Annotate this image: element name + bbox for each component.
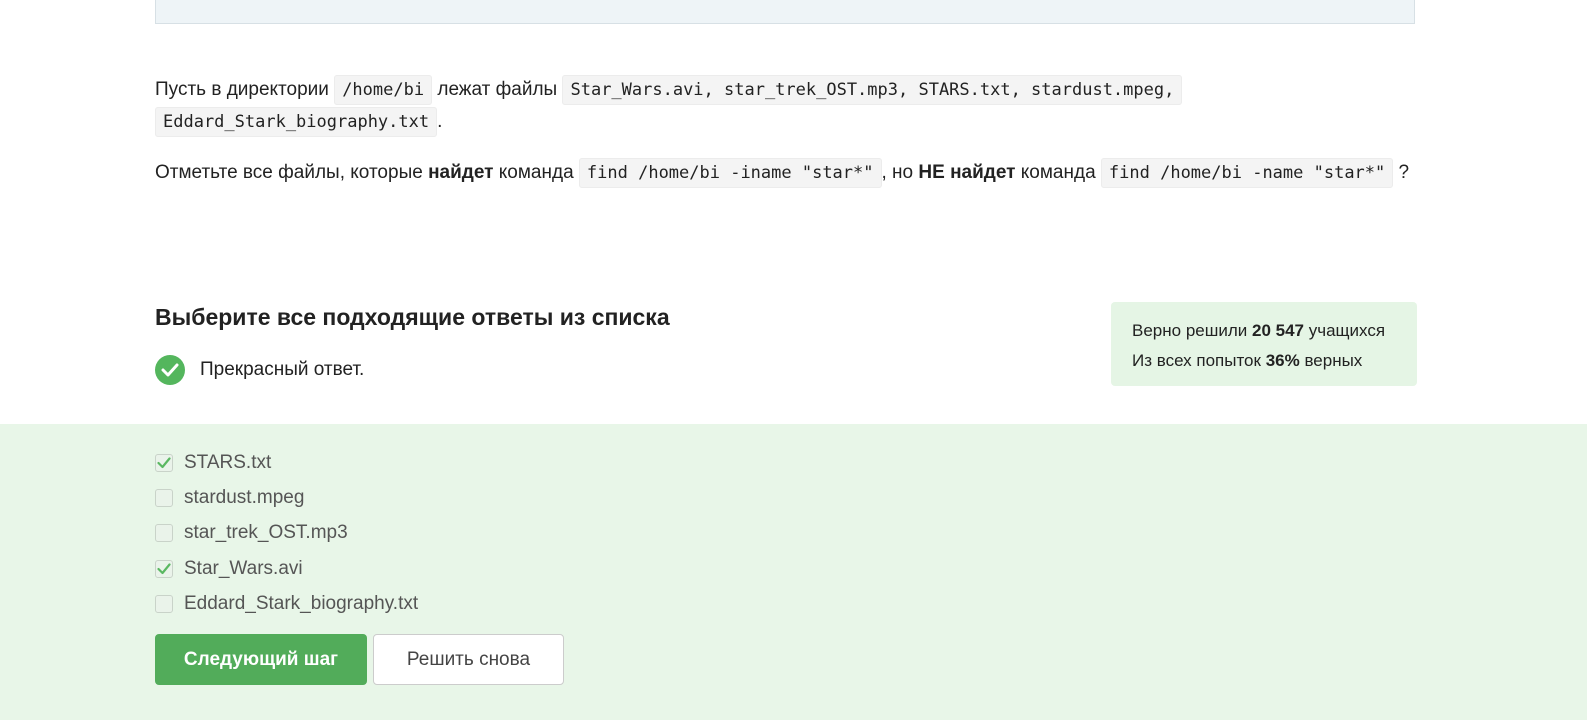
- question-text-part: ?: [1398, 162, 1410, 183]
- action-buttons: Следующий шаг Решить снова: [155, 634, 564, 685]
- answer-option[interactable]: stardust.mpeg: [155, 480, 418, 515]
- correct-percent: 36%: [1265, 351, 1300, 370]
- stats-attempts-line: Из всех попыток 36% верных: [1132, 346, 1417, 376]
- answer-option[interactable]: Eddard_Stark_biography.txt: [155, 586, 418, 621]
- answer-option-label: Star_Wars.avi: [184, 557, 303, 579]
- answer-option-label: stardust.mpeg: [184, 486, 305, 508]
- feedback-text: Прекрасный ответ.: [200, 359, 365, 380]
- question-text: Пусть в директории /home/bi лежат файлы …: [155, 74, 1417, 208]
- answer-option[interactable]: STARS.txt: [155, 445, 418, 480]
- step-page: Пусть в директории /home/bi лежат файлы …: [0, 0, 1587, 720]
- directory-code: /home/bi: [334, 75, 433, 105]
- next-step-button[interactable]: Следующий шаг: [155, 634, 367, 685]
- answer-option[interactable]: star_trek_OST.mp3: [155, 516, 418, 551]
- answer-options-list: STARS.txt stardust.mpeg star_trek_OST.mp…: [155, 445, 418, 621]
- stats-solved-line: Верно решили 20 547 учащихся: [1132, 316, 1417, 346]
- stats-box: Верно решили 20 547 учащихся Из всех поп…: [1111, 302, 1417, 386]
- answer-option-label: star_trek_OST.mp3: [184, 522, 348, 544]
- checkmark-icon: [157, 562, 171, 574]
- question-text-part: Пусть в директории: [155, 79, 329, 100]
- question-text-part: команда: [1020, 162, 1096, 183]
- stats-label: верных: [1304, 351, 1363, 370]
- answer-option-label: Eddard_Stark_biography.txt: [184, 592, 419, 614]
- question-text-part: Отметьте все файлы, которые: [155, 162, 423, 183]
- answer-option[interactable]: Star_Wars.avi: [155, 551, 418, 586]
- solve-again-button[interactable]: Решить снова: [373, 634, 564, 685]
- previous-content-box: [155, 0, 1415, 24]
- question-paragraph-1: Пусть в директории /home/bi лежат файлы …: [155, 74, 1417, 138]
- find-iname-code: find /home/bi -iname "star*": [578, 158, 882, 188]
- feedback-message: Прекрасный ответ.: [155, 355, 364, 385]
- question-text-part: команда: [498, 162, 574, 183]
- checkbox[interactable]: [155, 453, 173, 472]
- find-name-code: find /home/bi -name "star*": [1100, 158, 1394, 188]
- checkbox[interactable]: [155, 488, 173, 507]
- checkmark-icon: [157, 457, 171, 468]
- answer-option-label: STARS.txt: [184, 451, 272, 473]
- stats-label: учащихся: [1308, 321, 1386, 340]
- check-circle-icon: [155, 355, 185, 385]
- question-text-part: .: [437, 111, 443, 132]
- answers-panel: STARS.txt stardust.mpeg star_trek_OST.mp…: [0, 424, 1587, 720]
- solved-count: 20 547: [1252, 321, 1305, 340]
- question-text-part: лежат файлы: [437, 79, 558, 100]
- stats-label: Верно решили: [1132, 321, 1248, 340]
- question-text-part: , но: [881, 162, 914, 183]
- question-emphasis: найдет: [428, 162, 494, 183]
- stats-label: Из всех попыток: [1132, 351, 1261, 370]
- checkbox[interactable]: [155, 524, 173, 543]
- question-emphasis: НЕ найдет: [918, 162, 1016, 183]
- checkbox[interactable]: [155, 559, 173, 578]
- question-paragraph-2: Отметьте все файлы, которые найдет коман…: [155, 157, 1417, 189]
- checkbox[interactable]: [155, 594, 173, 613]
- choose-answers-title: Выберите все подходящие ответы из списка: [155, 304, 670, 330]
